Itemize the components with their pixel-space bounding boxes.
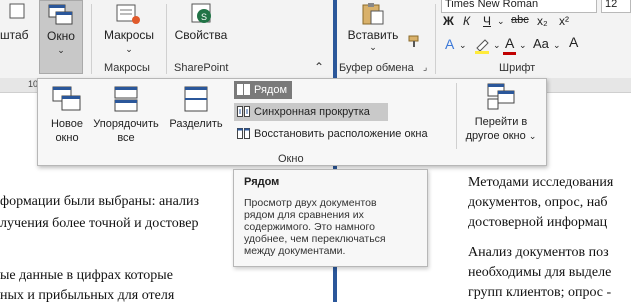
arrange-all-button[interactable]: Упорядочить все bbox=[90, 85, 162, 145]
properties-button-label: Свойства bbox=[174, 28, 228, 42]
sharepoint-icon: S bbox=[191, 3, 211, 23]
clipboard-icon bbox=[362, 3, 384, 25]
split-button[interactable]: Разделить bbox=[166, 85, 226, 131]
paste-button-label: Вставить bbox=[347, 28, 399, 42]
text-effects-icon[interactable]: A bbox=[445, 36, 454, 52]
bold-button[interactable]: Ж bbox=[443, 14, 454, 28]
chevron-down-icon: ⌄ bbox=[369, 42, 377, 52]
macros-button[interactable]: Макросы ⌄ bbox=[96, 0, 162, 62]
italic-button[interactable]: К bbox=[463, 14, 470, 28]
switch-windows-label: другое окно ⌄ bbox=[465, 130, 537, 142]
document-line: Методами исследования bbox=[468, 175, 614, 190]
font-group-label: Шрифт bbox=[499, 62, 536, 74]
paste-button[interactable]: Вставить ⌄ bbox=[345, 0, 401, 60]
strikethrough-button[interactable]: abc bbox=[511, 14, 529, 26]
window-dropdown-panel: Новое окно Упорядочить все Разделить Ряд… bbox=[37, 78, 547, 166]
chevron-down-icon[interactable]: ⌄ bbox=[553, 40, 561, 51]
subscript-button[interactable]: x₂ bbox=[537, 14, 548, 28]
zoom-button-label: штаб bbox=[0, 28, 29, 42]
tooltip-line: рядом для сравнения их bbox=[244, 209, 364, 221]
highlight-icon[interactable] bbox=[473, 36, 491, 54]
split-label: Разделить bbox=[169, 118, 223, 130]
group-divider bbox=[435, 4, 436, 74]
tooltip-line: между документами. bbox=[244, 245, 346, 257]
zoom-icon bbox=[9, 3, 25, 19]
sharepoint-group-label: SharePoint bbox=[174, 62, 229, 74]
font-color-swatch bbox=[503, 52, 516, 55]
document-line: групп клиентов; опрос - bbox=[468, 285, 612, 300]
window-group-label: Окно bbox=[278, 153, 304, 165]
sync-scroll-button[interactable]: Синхронная прокрутка bbox=[234, 103, 388, 121]
tooltip-line: содержимого. Это намного bbox=[244, 221, 375, 233]
tooltip-line: Просмотр двух документов bbox=[244, 197, 377, 209]
split-icon bbox=[184, 86, 208, 112]
group-divider bbox=[91, 4, 92, 74]
new-window-label: Новое bbox=[50, 118, 84, 130]
sync-scroll-label: Синхронная прокрутка bbox=[254, 106, 370, 118]
macros-icon bbox=[116, 4, 140, 24]
left-ribbon: штаб Окно ⌄ Макросы ⌄ Макросы S Свойства bbox=[0, 0, 333, 79]
document-line: достоверной информац bbox=[468, 215, 608, 230]
side-by-side-label: Рядом bbox=[254, 84, 288, 96]
side-by-side-button[interactable]: Рядом bbox=[234, 81, 292, 99]
reset-window-position-button[interactable]: Восстановить расположение окна bbox=[234, 125, 454, 143]
arrange-all-label: все bbox=[117, 132, 135, 144]
windows-icon bbox=[48, 4, 73, 25]
switch-windows-icon bbox=[487, 83, 515, 110]
new-window-button[interactable]: Новое окно bbox=[46, 85, 88, 145]
superscript-button[interactable]: x² bbox=[559, 14, 569, 28]
macros-button-label: Макросы bbox=[103, 28, 155, 42]
side-by-side-icon bbox=[237, 84, 250, 95]
window-menu-label: Окно bbox=[47, 29, 75, 43]
tooltip-title: Рядом bbox=[244, 176, 280, 188]
group-divider bbox=[166, 4, 167, 74]
clipboard-group-label: Буфер обмена bbox=[339, 62, 414, 74]
zoom-button[interactable]: штаб bbox=[0, 0, 38, 74]
reset-window-position-label: Восстановить расположение окна bbox=[254, 128, 428, 140]
reset-position-icon bbox=[237, 128, 250, 139]
macros-group-label: Макросы bbox=[104, 62, 150, 74]
switch-windows-label: Перейти в bbox=[474, 116, 528, 128]
document-line: формации были выбраны: анализ bbox=[0, 194, 200, 209]
underline-button[interactable]: Ч bbox=[483, 14, 491, 28]
sync-scroll-icon bbox=[237, 106, 250, 117]
chevron-down-icon: ⌄ bbox=[57, 45, 65, 55]
change-case-icon[interactable]: Aa bbox=[533, 36, 549, 51]
chevron-down-icon[interactable]: ⌄ bbox=[493, 40, 501, 51]
document-line: ые данные в цифрах которые bbox=[0, 268, 173, 283]
svg-text:S: S bbox=[201, 12, 207, 22]
chevron-down-icon: ⌄ bbox=[125, 44, 133, 54]
dialog-launcher-icon[interactable]: ⌟ bbox=[423, 62, 427, 73]
window-menu-button[interactable]: Окно ⌄ bbox=[39, 0, 83, 74]
chevron-down-icon[interactable]: ⌄ bbox=[497, 16, 505, 27]
chevron-down-icon: ⌄ bbox=[528, 131, 537, 141]
new-window-icon bbox=[52, 86, 81, 111]
format-painter-icon[interactable] bbox=[407, 34, 421, 48]
new-window-label: окно bbox=[55, 132, 79, 144]
chevron-down-icon[interactable]: ⌄ bbox=[459, 40, 467, 51]
properties-button[interactable]: S Свойства bbox=[170, 0, 232, 60]
chevron-down-icon[interactable]: ⌄ bbox=[519, 40, 527, 51]
font-name-field[interactable]: Times New Roman bbox=[441, 0, 597, 13]
document-line: лучения более точной и достовер bbox=[0, 216, 199, 231]
arrange-all-label: Упорядочить bbox=[93, 118, 159, 130]
tooltip-body: Просмотр двух документов рядом для сравн… bbox=[244, 197, 422, 257]
collapse-ribbon-icon[interactable]: ⌃ bbox=[314, 60, 324, 74]
arrange-all-icon bbox=[114, 86, 138, 112]
font-size-field[interactable]: 12 bbox=[601, 0, 631, 13]
side-by-side-tooltip: Рядом Просмотр двух документов рядом для… bbox=[233, 169, 428, 267]
switch-windows-button[interactable]: Перейти в другое окно ⌄ bbox=[460, 83, 542, 143]
document-line: документов, опрос, наб bbox=[468, 195, 608, 210]
phonetic-guide-icon[interactable]: A bbox=[569, 34, 578, 50]
document-line: необходимы для выделе bbox=[468, 265, 612, 280]
font-color-icon[interactable]: A bbox=[505, 35, 514, 51]
document-line: Анализ документов поз bbox=[468, 245, 609, 260]
tooltip-line: удобнее, чем переключаться bbox=[244, 233, 386, 245]
right-ribbon: Вставить ⌄ Буфер обмена ⌟ Times New Roma… bbox=[337, 0, 631, 79]
panel-divider bbox=[456, 83, 457, 149]
